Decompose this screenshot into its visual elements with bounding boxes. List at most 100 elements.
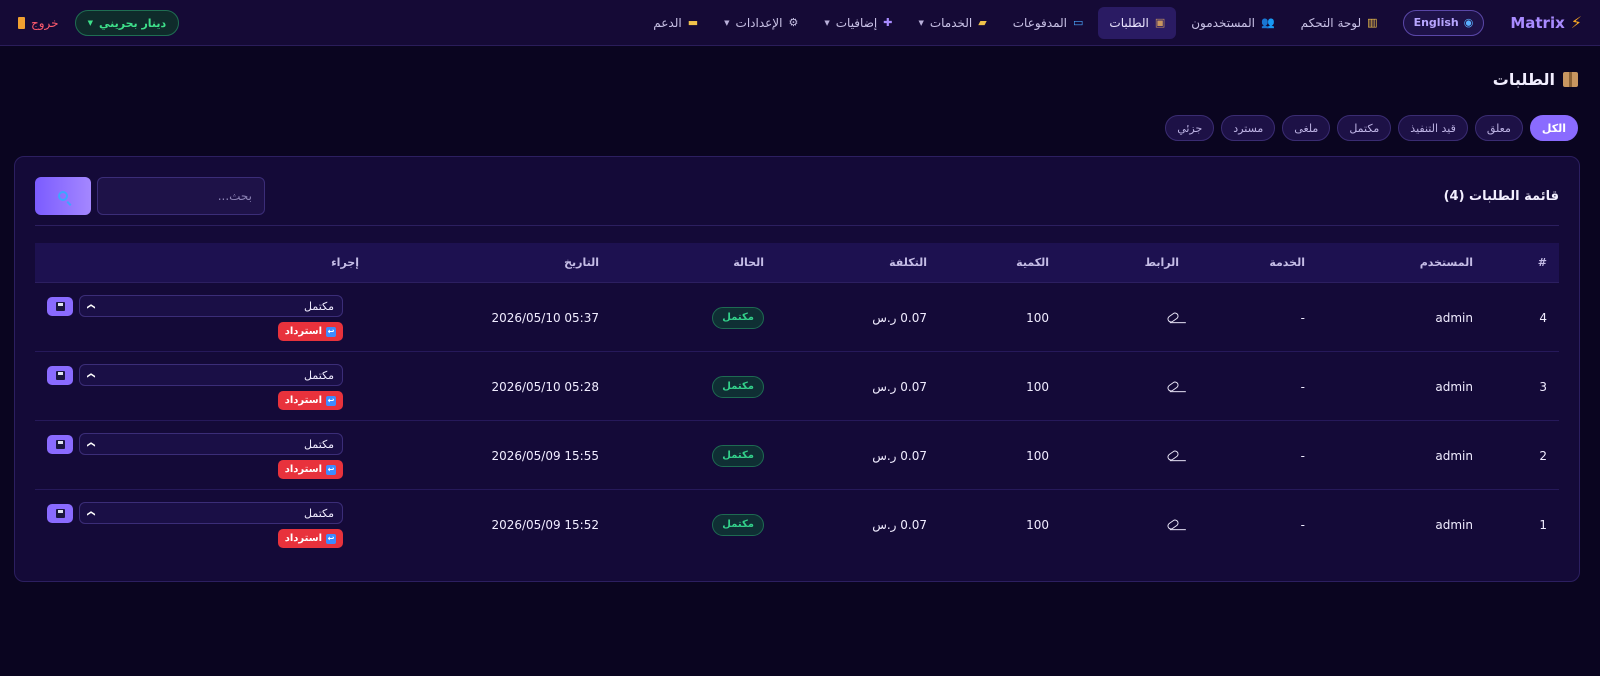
- search-icon: [58, 191, 68, 201]
- cell-service: -: [1300, 310, 1305, 325]
- nav-item-services[interactable]: ▰ الخدمات ▼: [907, 7, 997, 39]
- floppy-disk-icon: [55, 509, 65, 518]
- orders-card: قائمة الطلبات (4) # المستخدم الخدمة الرا…: [14, 156, 1580, 582]
- nav-item-label: الطلبات: [1109, 15, 1149, 30]
- cell-date: 2026/05/10 05:37: [491, 310, 599, 325]
- refund-button[interactable]: ↩ استرداد: [277, 460, 343, 479]
- link-icon[interactable]: [1166, 380, 1180, 393]
- refund-icon: ↩: [326, 464, 336, 475]
- nav-item-extras[interactable]: ✚ إضافيات ▼: [813, 7, 903, 39]
- filter-cancelled[interactable]: ملغى: [1282, 115, 1331, 141]
- status-select[interactable]: مكتمل ❯: [79, 433, 343, 455]
- cell-cost: 0.07 ر.س: [872, 517, 927, 532]
- status-select-value: مكتمل: [304, 506, 334, 520]
- cell-qty: 100: [1026, 517, 1049, 532]
- cell-qty: 100: [1026, 310, 1049, 325]
- cell-qty: 100: [1026, 379, 1049, 394]
- header-status: الحالة: [733, 256, 764, 269]
- search-button[interactable]: [35, 177, 91, 215]
- row-actions: مكتمل ❯ ↩ استرداد: [47, 364, 343, 410]
- cell-user: admin: [1435, 448, 1473, 463]
- status-badge: مكتمل: [712, 444, 764, 467]
- nav-item-support[interactable]: ▬ الدعم: [642, 7, 709, 39]
- save-button[interactable]: [47, 297, 73, 316]
- cell-service: -: [1300, 448, 1305, 463]
- nav-item-label: المستخدمون: [1191, 15, 1255, 30]
- cell-link[interactable]: [1166, 421, 1180, 490]
- link-icon[interactable]: [1166, 518, 1180, 531]
- header-user: المستخدم: [1419, 256, 1473, 269]
- cell-status: مكتمل: [712, 490, 764, 559]
- chevron-down-icon: ❯: [86, 371, 96, 379]
- filter-refunded[interactable]: مسترد: [1221, 115, 1276, 141]
- row-actions: مكتمل ❯ ↩ استرداد: [47, 502, 343, 548]
- nav-item-users[interactable]: 👥 المستخدمون: [1180, 7, 1285, 39]
- cell-status: مكتمل: [712, 352, 764, 421]
- chart-icon: ▥: [1367, 16, 1378, 29]
- row-actions: مكتمل ❯ ↩ استرداد: [47, 295, 343, 341]
- orders-table: # المستخدم الخدمة الرابط الكمية التكلفة …: [35, 243, 1559, 559]
- cell-service: -: [1300, 379, 1305, 394]
- orders-list-title: قائمة الطلبات (4): [1443, 189, 1559, 204]
- status-select-value: مكتمل: [304, 437, 334, 451]
- refund-button[interactable]: ↩ استرداد: [277, 529, 343, 548]
- save-button[interactable]: [47, 366, 73, 385]
- nav-item-label: الإعدادات: [735, 15, 783, 30]
- search-input[interactable]: [97, 177, 265, 215]
- link-icon[interactable]: [1166, 449, 1180, 462]
- status-select-value: مكتمل: [304, 368, 334, 382]
- box-icon: ▣: [1154, 16, 1166, 29]
- cell-status: مكتمل: [712, 283, 764, 352]
- table-header: # المستخدم الخدمة الرابط الكمية التكلفة …: [35, 243, 1559, 283]
- save-button[interactable]: [47, 435, 73, 454]
- refund-icon: ↩: [326, 395, 336, 406]
- cell-link[interactable]: [1166, 283, 1180, 352]
- cell-qty: 100: [1026, 448, 1049, 463]
- cell-num: 3: [1539, 379, 1547, 394]
- nav-item-settings[interactable]: ⚙ الإعدادات ▼: [713, 7, 809, 39]
- floppy-disk-icon: [55, 302, 65, 311]
- save-button[interactable]: [47, 504, 73, 523]
- filter-in-progress[interactable]: قيد التنفيذ: [1398, 115, 1468, 141]
- header-date: التاريخ: [564, 256, 599, 269]
- refund-label: استرداد: [284, 326, 322, 337]
- globe-icon: ◉: [1463, 16, 1474, 29]
- refund-button[interactable]: ↩ استرداد: [277, 322, 343, 341]
- cell-link[interactable]: [1166, 352, 1180, 421]
- nav-item-orders[interactable]: ▣ الطلبات: [1098, 6, 1177, 39]
- status-select[interactable]: مكتمل ❯: [79, 502, 343, 524]
- nav-left-group: دينار بحريني ▼ خروج: [18, 0, 180, 46]
- currency-dropdown[interactable]: دينار بحريني ▼: [74, 10, 180, 36]
- cell-num: 1: [1539, 517, 1547, 532]
- lightning-icon: ⚡: [1570, 13, 1582, 32]
- card-icon: ▭: [1073, 16, 1084, 29]
- language-switch-button[interactable]: ◉ English: [1402, 9, 1485, 36]
- filter-completed[interactable]: مكتمل: [1337, 115, 1392, 141]
- header-num: #: [1537, 256, 1547, 269]
- filter-partial[interactable]: جزئي: [1165, 115, 1215, 141]
- cell-num: 2: [1539, 448, 1547, 463]
- page-title: الطلبات: [1493, 70, 1578, 89]
- header-service: الخدمة: [1269, 256, 1305, 269]
- gear-icon: ⚙: [788, 16, 799, 29]
- cell-user: admin: [1435, 379, 1473, 394]
- brand-logo[interactable]: ⚡ Matrix: [1510, 13, 1582, 32]
- filter-all[interactable]: الكل: [1529, 115, 1578, 141]
- filter-pending[interactable]: معلق: [1474, 115, 1523, 141]
- nav-item-dashboard[interactable]: ▥ لوحة التحكم: [1290, 7, 1389, 39]
- nav-item-payments[interactable]: ▭ المدفوعات: [1002, 7, 1095, 39]
- plus-icon: ✚: [883, 16, 893, 29]
- refund-button[interactable]: ↩ استرداد: [277, 391, 343, 410]
- logout-link[interactable]: خروج: [18, 16, 59, 30]
- refund-label: استرداد: [284, 395, 322, 406]
- floppy-disk-icon: [55, 440, 65, 449]
- status-select[interactable]: مكتمل ❯: [79, 295, 343, 317]
- cell-date: 2026/05/10 05:28: [491, 379, 599, 394]
- cell-link[interactable]: [1166, 490, 1180, 559]
- ticket-icon: ▬: [687, 16, 699, 29]
- link-icon[interactable]: [1166, 311, 1180, 324]
- nav-menu: ▥ لوحة التحكم 👥 المستخدمون ▣ الطلبات ▭ ا…: [642, 6, 1389, 39]
- door-icon: [18, 17, 25, 29]
- language-label: English: [1413, 16, 1459, 29]
- status-select[interactable]: مكتمل ❯: [79, 364, 343, 386]
